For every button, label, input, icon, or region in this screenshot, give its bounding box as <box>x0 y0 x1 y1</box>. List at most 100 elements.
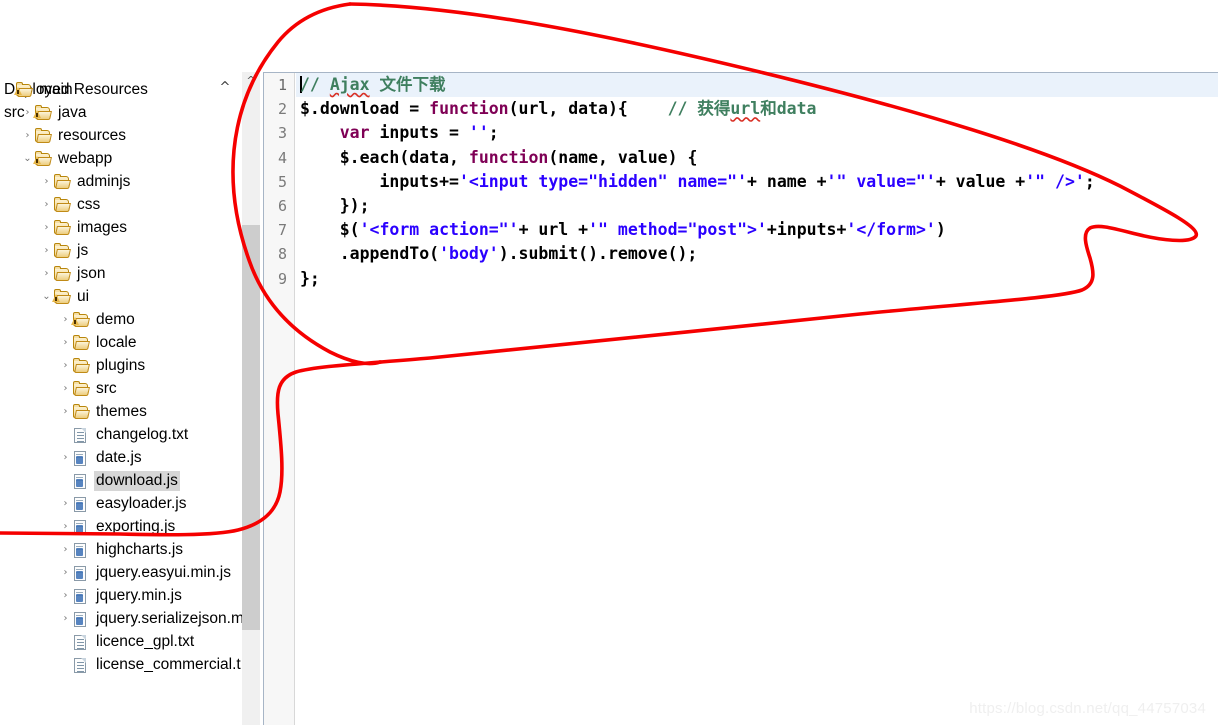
code-line[interactable]: $.each(data, function(name, value) { <box>296 146 1218 170</box>
tree-item-label: java <box>58 103 87 121</box>
chevron-right-icon[interactable]: › <box>59 400 72 423</box>
code-token: }); <box>300 195 370 215</box>
code-token: '" value="' <box>826 171 936 191</box>
code-line[interactable]: inputs+='<input type="hidden" name="'+ n… <box>296 170 1218 194</box>
folder-decorated-icon <box>33 104 52 121</box>
code-line[interactable]: var inputs = ''; <box>296 121 1218 145</box>
tree-item-css[interactable]: › css <box>0 193 242 216</box>
code-token: (url, data){ <box>508 99 668 119</box>
tree-item-demo[interactable]: › demo <box>0 308 242 331</box>
spellcheck-underlined-word: url <box>730 99 761 119</box>
folder-icon <box>72 403 90 420</box>
tree-item-java[interactable]: › java <box>0 101 242 124</box>
chevron-right-icon[interactable]: › <box>59 607 72 630</box>
twisty-placeholder <box>59 423 72 446</box>
tree-item-label: src <box>96 379 117 397</box>
chevron-right-icon[interactable]: › <box>59 331 72 354</box>
tree-item-jquery-min-js[interactable]: › jquery.min.js <box>0 584 242 607</box>
tree-item-jquery-easyui-min-js[interactable]: › jquery.easyui.min.js <box>0 561 242 584</box>
chevron-right-icon[interactable]: › <box>59 538 72 561</box>
code-token: '' <box>468 123 489 143</box>
chevron-right-icon[interactable]: › <box>40 216 53 239</box>
tree-item-label: easyloader.js <box>96 494 187 512</box>
resource-tree[interactable]: main › java › resources ⌄ webapp › adminjs › css › i… <box>0 78 242 676</box>
tree-item-download-js[interactable]: download.js <box>0 469 242 492</box>
code-token: ; <box>1084 171 1095 191</box>
code-editor[interactable]: 123456789 // Ajax 文件下载 $.download = funct… <box>263 72 1218 725</box>
tree-item-locale[interactable]: › locale <box>0 331 242 354</box>
tree-item-label: ui <box>77 287 90 305</box>
tree-item-adminjs[interactable]: › adminjs <box>0 170 242 193</box>
code-token: $.download = <box>300 99 430 119</box>
code-token: // <box>300 75 330 94</box>
tree-item-jquery-serializejson-m[interactable]: › jquery.serializejson.m <box>0 607 242 630</box>
folder-icon <box>53 173 71 190</box>
line-number: 9 <box>277 269 287 288</box>
tree-item-images[interactable]: › images <box>0 216 242 239</box>
tree-item-highcharts-js[interactable]: › highcharts.js <box>0 538 242 561</box>
code-token: 文件下载 <box>369 75 446 94</box>
code-line[interactable]: }; <box>296 267 1218 291</box>
tree-item-resources[interactable]: › resources <box>0 124 242 147</box>
folder-icon <box>34 127 52 144</box>
tree-item-label: demo <box>96 310 135 328</box>
chevron-right-icon[interactable]: › <box>21 124 34 147</box>
tree-item-themes[interactable]: › themes <box>0 400 242 423</box>
folder-icon <box>53 242 71 259</box>
code-token: ) <box>935 220 946 240</box>
code-token: $.each(data, <box>300 147 469 167</box>
line-number: 1 <box>277 76 287 94</box>
folder-icon <box>72 334 90 351</box>
chevron-right-icon[interactable]: › <box>59 492 72 515</box>
tree-item-licence-gpl-txt[interactable]: licence_gpl.txt <box>0 630 242 653</box>
code-token: ).submit().remove(); <box>498 244 698 264</box>
js-file-icon <box>72 565 90 581</box>
line-number: 3 <box>277 124 287 143</box>
js-file-icon <box>72 519 90 535</box>
code-line[interactable]: $.download = function(url, data){ // 获得u… <box>296 97 1218 121</box>
chevron-right-icon[interactable]: › <box>59 377 72 400</box>
tree-item-ui[interactable]: ⌄ ui <box>0 285 242 308</box>
code-line[interactable]: .appendTo('body').submit().remove(); <box>296 242 1218 266</box>
chevron-right-icon[interactable]: › <box>40 239 53 262</box>
code-token: + value + <box>935 171 1026 191</box>
code-text-area[interactable]: // Ajax 文件下载 $.download = function(url, d… <box>296 73 1218 725</box>
chevron-up-icon[interactable]: ^ <box>242 72 260 90</box>
folder-icon <box>53 265 71 282</box>
tree-item-json[interactable]: › json <box>0 262 242 285</box>
folder-decorated-icon <box>14 81 33 98</box>
tree-item-date-js[interactable]: › date.js <box>0 446 242 469</box>
chevron-right-icon[interactable]: › <box>59 584 72 607</box>
tree-item-webapp[interactable]: ⌄ webapp <box>0 147 242 170</box>
folder-icon <box>53 196 71 213</box>
tree-item-exporting-js[interactable]: › exporting.js <box>0 515 242 538</box>
code-token: '" />' <box>1025 171 1085 191</box>
folder-icon <box>72 357 90 374</box>
js-file-icon <box>72 473 90 489</box>
chevron-right-icon[interactable]: › <box>40 170 53 193</box>
explorer-vertical-scrollbar[interactable]: ^ <box>242 72 260 725</box>
project-explorer-panel[interactable]: Deployed Resources src ^ main › java › resou… <box>0 0 242 725</box>
chevron-right-icon[interactable]: › <box>59 515 72 538</box>
scrollbar-thumb[interactable] <box>242 225 260 630</box>
tree-item-src[interactable]: › src <box>0 377 242 400</box>
tree-item-label: download.js <box>94 470 180 491</box>
tree-item-changelog-txt[interactable]: changelog.txt <box>0 423 242 446</box>
chevron-right-icon[interactable]: › <box>40 193 53 216</box>
chevron-right-icon[interactable]: › <box>59 354 72 377</box>
folder-icon <box>53 219 71 236</box>
tree-item-main[interactable]: main <box>0 78 242 101</box>
tree-item-license-commercial-t[interactable]: license_commercial.t <box>0 653 242 676</box>
tree-item-plugins[interactable]: › plugins <box>0 354 242 377</box>
tree-item-js[interactable]: › js <box>0 239 242 262</box>
tree-item-label: date.js <box>96 448 142 466</box>
code-line[interactable]: $('<form action="'+ url +'" method="post… <box>296 218 1218 242</box>
tree-item-easyloader-js[interactable]: › easyloader.js <box>0 492 242 515</box>
code-token: + name + <box>747 171 827 191</box>
chevron-right-icon[interactable]: › <box>59 446 72 469</box>
code-token: function <box>429 99 509 119</box>
chevron-right-icon[interactable]: › <box>59 561 72 584</box>
code-line[interactable]: }); <box>296 194 1218 218</box>
code-line[interactable]: // Ajax 文件下载 <box>296 73 1218 98</box>
chevron-right-icon[interactable]: › <box>40 262 53 285</box>
